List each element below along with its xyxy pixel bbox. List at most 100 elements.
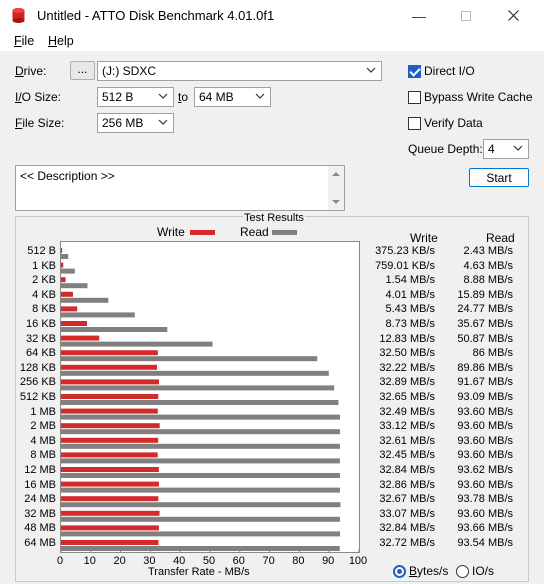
io-size-to-value: 64 MB — [199, 90, 234, 104]
category-label: 32 KB — [26, 332, 56, 345]
read-value: 50.87 MB/s — [457, 332, 513, 345]
legend-write-label: Write — [157, 225, 185, 239]
read-bar — [61, 356, 318, 362]
category-label: 64 KB — [26, 347, 56, 360]
category-label: 2 KB — [32, 274, 56, 287]
queue-depth-label: Queue Depth: — [408, 142, 483, 156]
radio-unselected-icon — [456, 564, 469, 578]
minimize-button[interactable]: — — [396, 0, 442, 31]
close-button[interactable] — [490, 0, 536, 31]
io-size-to-label: to — [178, 90, 189, 104]
write-bar — [61, 525, 159, 531]
x-tick-label: 90 — [322, 555, 335, 567]
bypass-write-cache-checkbox[interactable]: Bypass Write Cache — [408, 90, 533, 104]
menu-help[interactable]: Help — [48, 34, 74, 48]
file-size-label: File Size: — [15, 116, 65, 130]
read-bar — [61, 327, 168, 332]
write-value: 1.54 MB/s — [385, 274, 435, 287]
category-label: 16 KB — [26, 318, 56, 330]
category-label: 8 MB — [30, 449, 56, 462]
file-size-value: 256 MB — [102, 116, 144, 130]
bytes-per-second-label: Bytes/s — [409, 564, 449, 578]
x-tick-label: 20 — [113, 555, 126, 567]
queue-depth-select[interactable]: 4 — [483, 139, 529, 159]
read-value: 89.86 MB/s — [457, 361, 513, 374]
category-label: 8 KB — [32, 303, 56, 316]
legend-write-swatch — [190, 230, 215, 235]
write-bar — [61, 335, 100, 341]
bytes-per-second-radio[interactable]: Bytes/s — [393, 564, 448, 578]
write-value: 32.89 MB/s — [379, 376, 435, 389]
start-button[interactable]: Start — [469, 168, 529, 187]
maximize-icon — [461, 10, 471, 21]
write-bar — [61, 394, 159, 399]
x-tick-label: 0 — [56, 555, 64, 567]
write-bar — [61, 510, 160, 516]
checkbox-checked-icon — [408, 64, 421, 78]
read-bar — [61, 502, 341, 508]
checkbox-unchecked-icon — [408, 90, 421, 104]
write-value: 5.43 MB/s — [385, 303, 435, 316]
write-bar — [61, 379, 160, 385]
read-bar — [61, 443, 340, 449]
chevron-down-icon — [158, 93, 168, 99]
category-label: 4 KB — [32, 288, 56, 301]
io-size-from-select[interactable]: 512 B — [97, 87, 174, 107]
direct-io-checkbox[interactable]: Direct I/O — [408, 64, 475, 78]
file-size-select[interactable]: 256 MB — [97, 113, 174, 133]
write-value: 32.65 MB/s — [379, 391, 435, 403]
write-value: 4.01 MB/s — [385, 288, 435, 301]
drive-select[interactable]: (J:) SDXC — [97, 61, 382, 81]
menu-bar: File Help — [0, 31, 544, 51]
atto-app-icon — [12, 8, 25, 23]
read-value: 93.66 MB/s — [457, 522, 513, 535]
write-value: 32.84 MB/s — [379, 464, 435, 476]
verify-data-label: Verify Data — [424, 116, 483, 130]
category-label: 4 MB — [30, 434, 56, 447]
direct-io-label: Direct I/O — [424, 64, 475, 78]
io-size-from-value: 512 B — [102, 90, 134, 104]
write-value: 32.49 MB/s — [379, 405, 435, 418]
write-value: 8.73 MB/s — [385, 318, 435, 330]
read-value: 86 MB/s — [472, 347, 513, 360]
io-size-to-select[interactable]: 64 MB — [194, 87, 271, 107]
read-bar — [61, 458, 340, 464]
description-scrollbar[interactable] — [328, 166, 344, 210]
write-value: 32.50 MB/s — [379, 347, 435, 360]
write-bar — [61, 496, 159, 502]
chevron-down-icon — [255, 93, 265, 99]
description-textarea[interactable]: << Description >> — [15, 165, 345, 211]
write-bar — [61, 306, 78, 312]
category-label: 1 MB — [30, 405, 56, 418]
read-value: 93.62 MB/s — [457, 464, 513, 476]
write-bar — [61, 437, 159, 443]
write-value: 375.23 KB/s — [375, 245, 435, 257]
window-title: Untitled - ATTO Disk Benchmark 4.01.0f1 — [37, 8, 275, 23]
description-text: << Description >> — [20, 169, 115, 183]
category-label: 512 KB — [19, 391, 56, 403]
read-bar — [61, 385, 335, 391]
radio-selected-icon — [393, 564, 406, 578]
maximize-button[interactable] — [443, 0, 489, 31]
category-label: 256 KB — [19, 376, 56, 389]
read-bar — [61, 312, 135, 318]
write-value: 33.12 MB/s — [379, 420, 435, 433]
scroll-down-icon — [332, 200, 340, 204]
drive-value: (J:) SDXC — [102, 64, 156, 78]
checkbox-unchecked-icon — [408, 116, 421, 130]
bypass-write-cache-label: Bypass Write Cache — [424, 90, 533, 104]
read-bar — [61, 268, 75, 274]
write-bar — [61, 540, 159, 545]
chevron-down-icon — [158, 119, 168, 125]
menu-file[interactable]: File — [14, 34, 34, 48]
chevron-down-icon — [513, 145, 523, 151]
category-label: 32 MB — [24, 507, 56, 520]
write-bar — [61, 408, 158, 414]
legend-read-label: Read — [240, 225, 269, 239]
verify-data-checkbox[interactable]: Verify Data — [408, 116, 483, 130]
write-bar — [61, 423, 160, 429]
drive-browse-button[interactable]: ... — [70, 61, 95, 80]
queue-depth-value: 4 — [488, 142, 495, 156]
io-per-second-radio[interactable]: IO/s — [456, 564, 494, 578]
read-bar — [61, 429, 340, 435]
